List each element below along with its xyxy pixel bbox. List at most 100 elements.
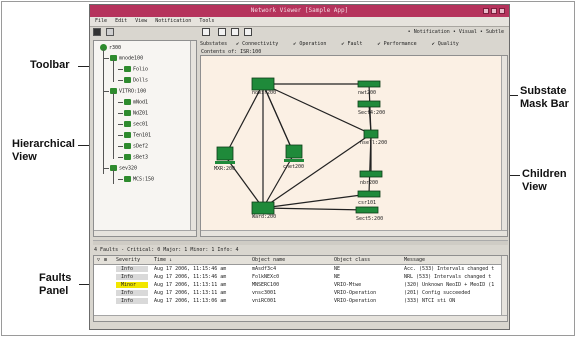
substate-fault[interactable]: ✔ Fault [341,41,368,47]
tree-node[interactable]: sec01 [124,121,148,129]
severity-badge: Minor [116,282,148,288]
tree-node[interactable]: MCS:150 [124,176,154,184]
graph-node-bar-icon[interactable] [359,170,383,178]
tree-node[interactable]: sBet3 [124,154,148,162]
tree-connector [104,91,109,92]
menu-tools[interactable]: Tools [199,17,214,26]
tree-toggle-icon[interactable] [93,28,101,36]
tree-node-label: sev320 [119,165,138,172]
fault-time: Aug 17 2006, 11:13:06 am [154,298,227,304]
view-detail-icon[interactable] [244,28,253,36]
severity-badge: Info [116,290,148,296]
substate-performance[interactable]: ✔ Performance [378,41,423,47]
tree-connector [118,102,123,103]
minimize-button[interactable] [483,8,489,14]
window-title: Network Viewer [Sample App] [250,7,349,14]
substate-label: Substates [200,41,228,47]
fault-time: Aug 17 2006, 11:13:11 am [154,290,227,296]
graph-node-label: Sect5:200 [356,216,384,222]
header-sort-icon[interactable]: ⊞ [104,256,107,264]
close-button[interactable] [499,8,505,14]
tree-connector [118,157,123,158]
tree-node[interactable]: sDef2 [124,143,148,151]
menu-notification[interactable]: Notification [155,17,191,26]
fault-row[interactable]: Info Aug 17 2006, 11:13:11 am vnsc3001 VRIO… [94,290,502,297]
fault-message: NRL (533) Intervals changed t [404,274,492,280]
view-mode-options[interactable]: • Notification • Visual • Subtle [408,29,504,35]
substate-operation-label: Operation [299,41,327,47]
column-message[interactable]: Message [404,256,425,264]
tree-connector [113,60,114,82]
filter-icon[interactable] [106,28,115,36]
network-node-icon [124,132,131,138]
tree-node[interactable]: Folio [124,66,148,74]
column-object-name[interactable]: Object name [252,256,285,264]
graph-node-bar-icon[interactable] [357,80,381,88]
graph-node-switch-icon[interactable] [251,77,275,91]
panel-splitter[interactable] [93,240,508,245]
column-time[interactable]: Time ↓ [154,256,172,264]
graph-node-bar-icon[interactable] [355,206,379,214]
view-list-icon[interactable] [231,28,240,36]
fault-object: vniRC001 [252,298,277,304]
tree-node[interactable]: Ten101 [124,132,151,140]
tree-node[interactable]: NdZ01 [124,110,148,118]
tree-node[interactable]: Dolls [124,77,148,85]
tree-vertical-scrollbar[interactable] [190,41,196,236]
view-grid-icon[interactable] [218,28,227,36]
maximize-button[interactable] [491,8,497,14]
header-filter-icon[interactable]: ▽ [97,256,100,264]
column-severity[interactable]: Severity [116,256,140,264]
graph-node-label: nsell:200 [360,140,388,146]
fault-object: MNSERC100 [252,282,280,288]
graph-node-bar-icon[interactable] [357,100,381,108]
network-node-icon [124,154,131,160]
tree-node[interactable]: mNod1 [124,99,148,107]
view-back-icon[interactable] [202,28,210,36]
graph-link [262,83,372,135]
fault-row[interactable]: Info Aug 17 2006, 11:15:46 am mAsdf3c4 NE Ac… [94,266,502,273]
fault-message: (333) NTCI sti ON [404,298,456,304]
menu-view[interactable]: View [135,17,147,26]
graph-node-bar-icon[interactable] [357,190,381,198]
tree-node-label: NdZ01 [133,110,149,117]
children-vertical-scrollbar[interactable] [501,56,507,236]
callout-toolbar: Toolbar [30,59,70,71]
callout-children: Children View [522,168,567,194]
callout-faults: Faults Panel [39,272,71,298]
graph-node-hub-icon[interactable] [363,129,379,139]
tree-node[interactable]: mnode100 [110,55,143,63]
graph-node-switch-icon[interactable] [251,201,275,215]
network-graph [215,77,383,215]
callout-faults-line1: Faults [39,272,72,284]
graph-link [262,133,372,209]
children-horizontal-scrollbar[interactable] [201,230,507,236]
menu-file[interactable]: File [95,17,107,26]
tree-connector [113,93,114,159]
tree-node-label: Ten101 [133,132,152,139]
tree-node-label: Folio [133,66,149,73]
tree-horizontal-scrollbar[interactable] [94,230,196,236]
substate-quality[interactable]: ✔ Quality [432,41,465,47]
children-view: nowir200 nwt200 Sect4:200 MXR:200 cnet200 nbr… [200,55,508,237]
faults-horizontal-scrollbar[interactable] [94,315,507,321]
substate-mask-bar: Substates ✔ Connectivity ✔ Operation ✔ F… [200,40,508,48]
column-object-class[interactable]: Object class [334,256,370,264]
tree-node[interactable]: sev320 [110,165,137,173]
graph-link [262,153,295,209]
graph-node-label: Sect4:200 [358,110,386,116]
substate-fault-label: Fault [347,41,363,47]
tree-node[interactable]: VITRO:100 [110,88,146,96]
fault-row[interactable]: Info Aug 17 2006, 11:15:46 am FolkNEXc0 NE N… [94,274,502,281]
fault-row[interactable]: Info Aug 17 2006, 11:13:06 am vniRC001 VRIO… [94,298,502,305]
graph-node-computer-icon[interactable] [215,146,235,164]
menu-edit[interactable]: Edit [115,17,127,26]
severity-badge: Info [116,274,148,280]
severity-badge: Info [116,266,148,272]
graph-node-computer-icon[interactable] [284,144,304,162]
substate-operation[interactable]: ✔ Operation [293,41,332,47]
fault-object: FolkNEXc0 [252,274,280,280]
fault-row[interactable]: Minor Aug 17 2006, 11:13:11 am MNSERC100 VR… [94,282,502,289]
substate-connectivity[interactable]: ✔ Connectivity [236,41,284,47]
faults-header: ▽ ⊞ Severity Time ↓ Object name Object c… [94,256,502,265]
